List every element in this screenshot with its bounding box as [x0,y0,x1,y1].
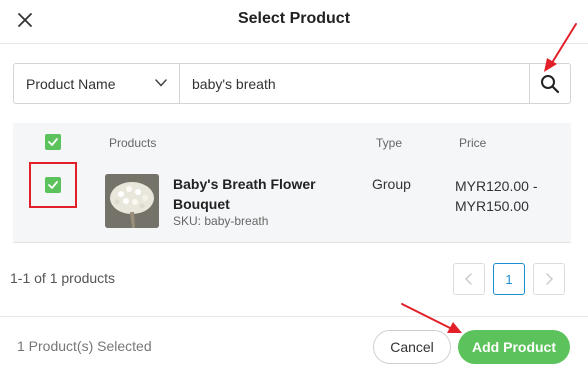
search-button[interactable] [529,64,570,103]
add-product-button[interactable]: Add Product [458,330,570,364]
product-price: MYR120.00 - MYR150.00 [455,178,538,214]
product-type: Group [372,176,411,192]
selected-count: 1 Product(s) Selected [17,338,152,354]
chevron-right-icon [546,273,553,285]
chevron-left-icon [465,273,472,285]
column-header-products: Products [109,136,157,150]
search-field-selected-value: Product Name [26,76,116,92]
column-header-type: Type [376,136,403,150]
product-sku: SKU: baby-breath [173,214,269,228]
next-page-button[interactable] [533,263,565,295]
product-name: Baby's Breath Flower Bouquet [173,176,316,212]
search-input[interactable] [180,64,529,103]
select-all-checkbox[interactable] [45,134,61,150]
search-field-select[interactable]: Product Name [14,64,180,103]
column-header-price: Price [459,136,487,150]
prev-page-button[interactable] [453,263,485,295]
product-table: Products Type Price Baby's Breath Flower… [13,123,571,243]
dialog-title: Select Product [237,10,351,27]
product-thumbnail [105,174,159,228]
check-icon [48,138,58,146]
dialog-header: Select Product [0,0,588,44]
results-count: 1-1 of 1 products [10,270,116,286]
row-checkbox-highlight [29,162,77,208]
cancel-button[interactable]: Cancel [373,330,451,364]
chevron-down-icon [155,79,167,87]
dialog-footer: 1 Product(s) Selected Cancel Add Product [0,316,588,370]
check-icon [48,181,58,189]
row-checkbox[interactable] [45,177,61,193]
search-icon [541,74,560,93]
search-bar: Product Name [13,63,571,104]
page-button-current[interactable]: 1 [493,263,525,295]
